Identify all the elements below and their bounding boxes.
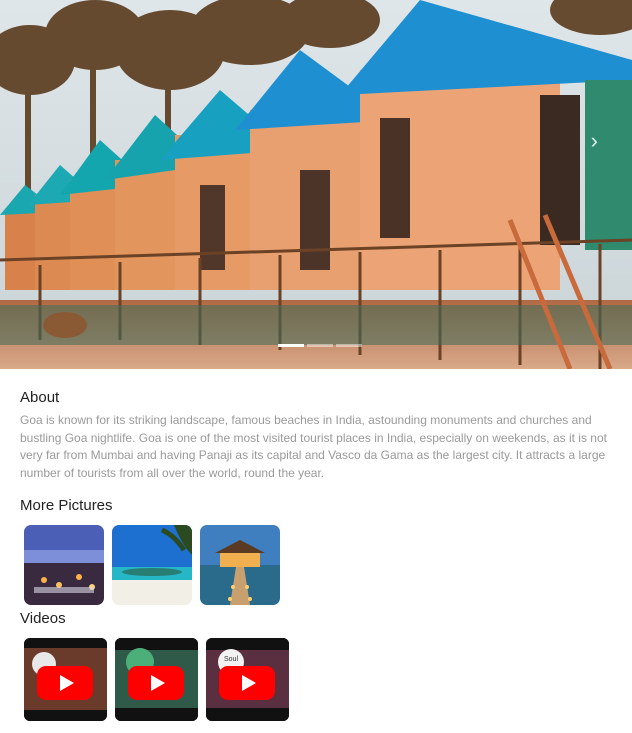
carousel-indicator-1[interactable]: [278, 344, 304, 347]
about-text: Goa is known for its striking landscape,…: [20, 413, 607, 480]
video-thumb-1[interactable]: [24, 638, 107, 721]
carousel-indicators: [278, 344, 362, 347]
hero-image: [0, 0, 632, 369]
video-thumb-3[interactable]: Soul: [206, 638, 289, 721]
chevron-right-icon: ›: [590, 128, 598, 153]
videos-list: Soul: [24, 638, 289, 721]
hero-carousel[interactable]: ›: [0, 0, 632, 369]
video-channel-badge: Soul: [224, 656, 238, 663]
carousel-indicator-2[interactable]: [307, 344, 333, 347]
video-thumb-2[interactable]: [115, 638, 198, 721]
picture-thumb-beach-dinner[interactable]: [24, 525, 104, 605]
picture-thumb-tropical-beach[interactable]: [112, 525, 192, 605]
pictures-gallery: [24, 525, 280, 605]
pictures-heading: More Pictures: [20, 497, 113, 514]
about-heading: About: [20, 389, 60, 406]
carousel-next-button[interactable]: ›: [591, 128, 598, 154]
videos-heading: Videos: [20, 610, 66, 627]
carousel-indicator-3[interactable]: [336, 344, 362, 347]
picture-thumb-water-villa[interactable]: [200, 525, 280, 605]
